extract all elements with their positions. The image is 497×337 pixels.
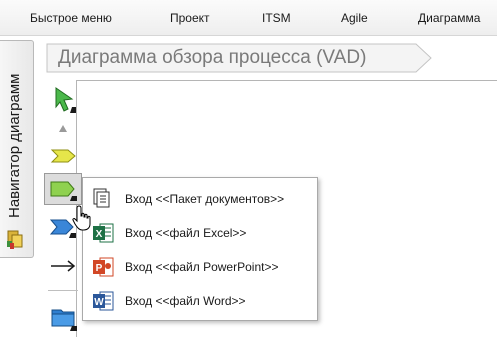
toolbar-separator — [48, 290, 78, 291]
popup-item-word[interactable]: W Вход <<файл Word>> — [87, 286, 315, 316]
input-shape-popup-menu: Вход <<Пакет документов>> X Вход <<файл … — [82, 177, 318, 321]
process-rect-icon[interactable] — [44, 173, 82, 205]
diagram-navigator-label: Навигатор диаграмм — [6, 73, 23, 219]
connector-arrow-icon[interactable] — [44, 250, 82, 282]
excel-icon: X — [91, 221, 115, 245]
menu-agile[interactable]: Agile — [341, 11, 368, 25]
powerpoint-icon: P — [91, 255, 115, 279]
word-icon: W — [91, 289, 115, 313]
popup-item-label: Вход <<файл Word>> — [125, 294, 246, 308]
popup-item-label: Вход <<Пакет документов>> — [125, 192, 285, 206]
svg-text:X: X — [96, 229, 103, 240]
popup-item-excel[interactable]: X Вход <<файл Excel>> — [87, 218, 315, 248]
menu-itsm[interactable]: ITSM — [262, 11, 291, 25]
menu-project[interactable]: Проект — [170, 11, 210, 25]
popup-item-document-package[interactable]: Вход <<Пакет документов>> — [87, 184, 315, 214]
menu-diagram[interactable]: Диаграмма — [418, 11, 480, 25]
popup-item-powerpoint[interactable]: P Вход <<файл PowerPoint>> — [87, 252, 315, 282]
document-package-icon — [91, 187, 115, 211]
folder-icon[interactable] — [44, 301, 82, 333]
svg-text:W: W — [94, 297, 104, 308]
top-menu-bar: Быстрое меню Проект ITSM Agile Диаграмма — [0, 0, 497, 36]
process-chevron-icon[interactable] — [44, 140, 82, 172]
diagram-title-bar: Диаграмма обзора процесса (VAD) — [46, 43, 432, 73]
navigator-icon[interactable] — [6, 228, 28, 250]
popup-item-label: Вход <<файл PowerPoint>> — [125, 260, 279, 274]
hand-cursor-icon — [72, 204, 94, 232]
svg-text:P: P — [96, 263, 103, 274]
menu-quick[interactable]: Быстрое меню — [30, 11, 112, 25]
diagram-title: Диаграмма обзора процесса (VAD) — [58, 47, 367, 68]
popup-item-label: Вход <<файл Excel>> — [125, 226, 247, 240]
